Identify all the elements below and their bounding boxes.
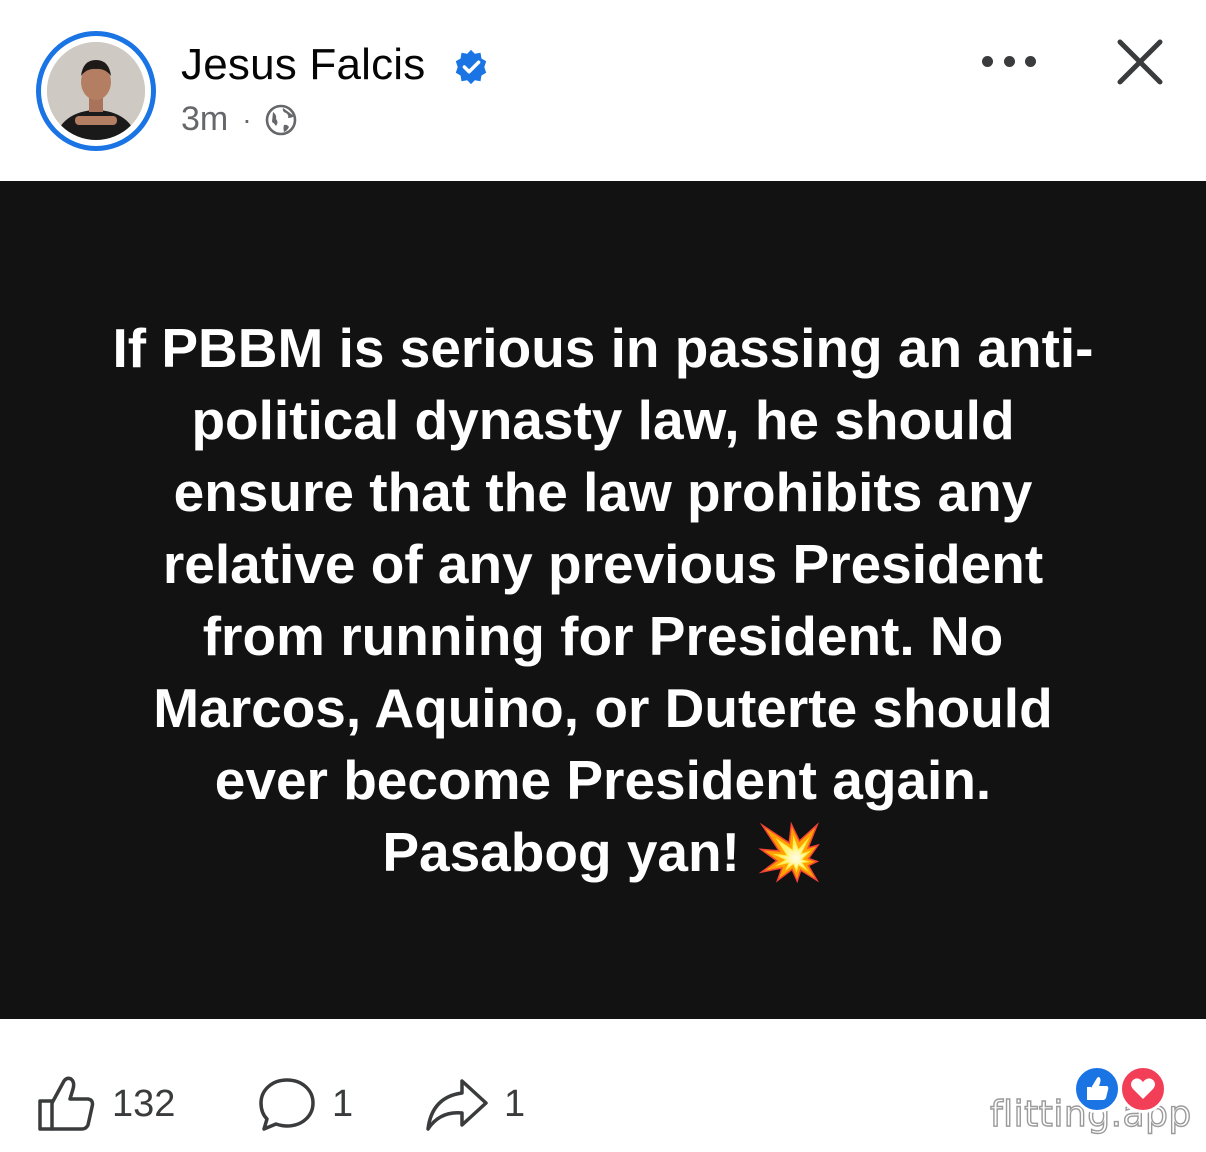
post-meta: 3m · <box>181 100 298 139</box>
meta-separator: · <box>242 103 252 135</box>
avatar[interactable] <box>36 31 156 151</box>
globe-icon <box>265 104 296 135</box>
verified-badge-icon <box>455 49 487 85</box>
comment-count: 1 <box>332 1082 354 1125</box>
comment-button[interactable]: 1 <box>256 1075 353 1133</box>
post-header: Jesus Falcis 3m · <box>0 0 1206 181</box>
like-count: 132 <box>112 1082 176 1125</box>
comment-icon <box>259 1078 315 1131</box>
share-count: 1 <box>504 1082 526 1125</box>
share-button[interactable]: 1 <box>424 1075 525 1133</box>
post-timestamp[interactable]: 3m <box>181 100 228 139</box>
thumbs-up-icon <box>38 1076 95 1131</box>
post-text: If PBBM is serious in passing an anti-po… <box>112 317 1094 883</box>
love-reaction-icon <box>1119 1065 1167 1113</box>
share-icon <box>426 1079 488 1131</box>
reactions-summary[interactable] <box>1073 1065 1173 1113</box>
more-horizontal-icon <box>982 55 993 67</box>
close-icon[interactable] <box>1114 36 1166 88</box>
like-button[interactable]: 132 <box>36 1075 175 1133</box>
author-name[interactable]: Jesus Falcis <box>181 40 425 90</box>
more-options-button[interactable] <box>982 44 1036 78</box>
like-reaction-icon <box>1073 1065 1121 1113</box>
post-text-card: If PBBM is serious in passing an anti-po… <box>0 181 1206 1019</box>
avatar-photo <box>47 42 145 140</box>
